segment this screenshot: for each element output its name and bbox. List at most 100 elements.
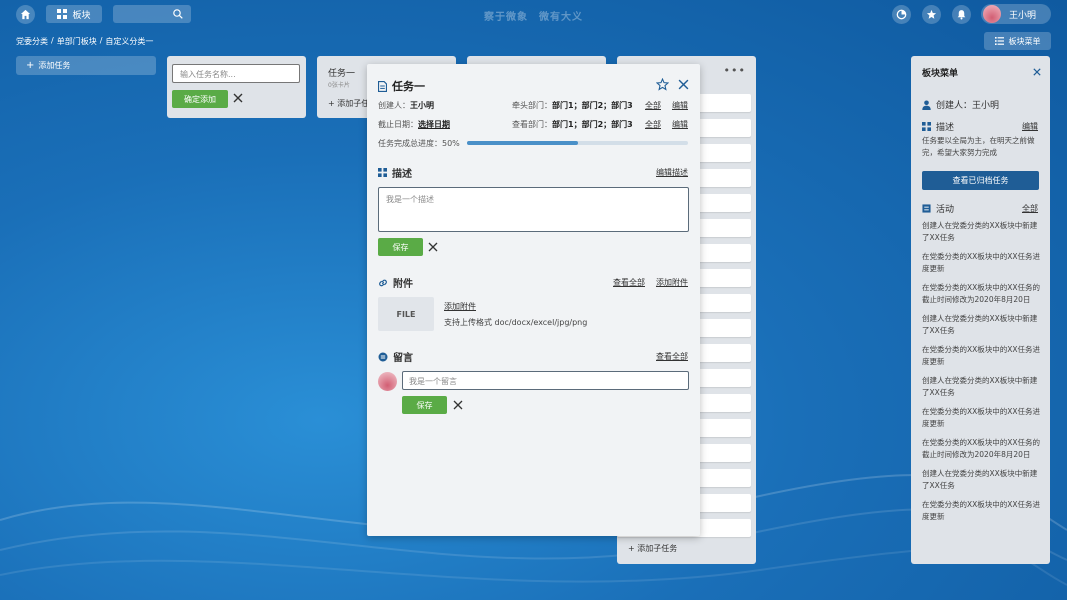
more-icon[interactable]: ••• [724, 64, 746, 77]
star-icon [926, 9, 937, 19]
board-description-title: 描述 [922, 120, 954, 133]
save-comment-button[interactable]: 保存 [402, 396, 447, 414]
task-detail-modal: 任务一 创建人：王小明 牵头部门：部门1；部门2；部门3 全部 编辑 截止日期：… [367, 64, 700, 536]
activity-item: 创建人在党委分类的XX板块中新建了XX任务 [922, 469, 1038, 490]
creator-label: 创建人： [378, 101, 410, 110]
view-dept-all-link[interactable]: 全部 [645, 119, 661, 130]
add-subtask-label: 添加子任务 [637, 544, 678, 553]
board-menu-label: 板块菜单 [1008, 36, 1041, 46]
board-menu-panel: 板块菜单 创建人：王小明 描述 编辑 任务要以全局为主，在明天之前做完，希望大家… [911, 56, 1050, 564]
board-creator-text: 创建人：王小明 [936, 101, 1000, 111]
list-icon [994, 37, 1004, 45]
activity-item: 创建人在党委分类的XX板块中新建了XX任务 [922, 376, 1038, 397]
task-name-input[interactable]: 输入任务名称... [172, 64, 300, 83]
lead-dept-row: 牵头部门：部门1；部门2；部门3 [512, 100, 633, 111]
description-textarea[interactable]: 我是一个描述 [378, 187, 689, 232]
progress-fill [467, 141, 578, 145]
creator-value: 王小明 [410, 101, 434, 110]
lead-dept-edit-link[interactable]: 编辑 [672, 100, 688, 111]
comment-icon [378, 352, 388, 361]
breadcrumb-separator: / [51, 36, 54, 45]
supported-formats: 支持上传格式 doc/docx/excel/jpg/png [444, 318, 588, 327]
plus-icon: + [328, 99, 338, 108]
stats-button[interactable] [892, 5, 911, 24]
activity-item: 在党委分类的XX板块中的XX任务进度更新 [922, 345, 1041, 366]
description-title-text: 描述 [392, 169, 412, 180]
activity-item: 在党委分类的XX板块中的XX任务进度更新 [922, 500, 1041, 521]
activity-item: 创建人在党委分类的XX板块中新建了XX任务 [922, 314, 1038, 335]
activity-list: 创建人在党委分类的XX板块中新建了XX任务 在党委分类的XX板块中的XX任务进度… [922, 220, 1044, 530]
star-icon[interactable] [656, 78, 669, 91]
favorites-button[interactable] [922, 5, 941, 24]
activity-item: 在党委分类的XX板块中的XX任务进度更新 [922, 252, 1041, 273]
due-row: 截止日期：选择日期 [378, 119, 450, 130]
add-subtask-button[interactable]: + 添加子任务 [628, 543, 677, 554]
progress-row: 任务完成总进度：50% [378, 138, 460, 149]
notifications-button[interactable] [952, 5, 971, 24]
save-description-button[interactable]: 保存 [378, 238, 423, 256]
breadcrumb-item[interactable]: 自定义分类一 [105, 36, 153, 47]
activity-title: 活动 [922, 202, 954, 215]
modal-title: 任务一 [378, 78, 425, 94]
view-all-comments-link[interactable]: 查看全部 [656, 351, 688, 362]
pie-chart-icon [896, 9, 907, 20]
board-description-title-text: 描述 [936, 123, 955, 133]
grid-icon [922, 122, 931, 131]
close-icon[interactable] [233, 93, 243, 103]
file-icon: FILE [378, 297, 434, 331]
view-all-attachments-link[interactable]: 查看全部 [613, 277, 645, 288]
activity-item: 在党委分类的XX板块中的XX任务进度更新 [922, 407, 1041, 428]
board-description-text: 任务要以全局为主，在明天之前做完，希望大家努力完成 [922, 136, 1035, 157]
avatar [378, 372, 397, 391]
view-all-activity-link[interactable]: 全部 [1022, 203, 1038, 214]
attachments-title-text: 附件 [393, 279, 413, 290]
board-menu-button[interactable]: 板块菜单 [984, 32, 1051, 50]
progress-bar [467, 141, 688, 145]
edit-description-link[interactable]: 编辑描述 [656, 167, 688, 178]
document-icon [378, 80, 387, 92]
comment-input[interactable]: 我是一个留言 [402, 371, 689, 390]
grid-icon [378, 168, 387, 177]
top-bar: 板块 察于微象 微有大义 王小明 [0, 0, 1067, 28]
attachments-section-title: 附件 [378, 275, 413, 290]
add-task-label: 添加任务 [38, 61, 71, 70]
activity-title-text: 活动 [936, 205, 955, 215]
bell-icon [957, 10, 966, 20]
progress-label: 任务完成总进度： [378, 139, 442, 148]
plus-icon: + [26, 60, 35, 71]
user-menu[interactable]: 王小明 [981, 4, 1051, 24]
new-task-list-form: 输入任务名称... 确定添加 [167, 56, 306, 118]
close-icon[interactable] [453, 400, 463, 410]
view-dept-value: 部门1；部门2；部门3 [552, 120, 633, 129]
list-title[interactable]: 任务一 [328, 66, 355, 79]
breadcrumb-item[interactable]: 单部门板块 [57, 36, 97, 47]
comments-title-text: 留言 [393, 353, 413, 364]
lead-dept-all-link[interactable]: 全部 [645, 100, 661, 111]
activity-item: 在党委分类的XX板块中的XX任务的截止时间修改为2020年8月20日 [922, 283, 1041, 304]
add-task-button[interactable]: + 添加任务 [16, 56, 156, 75]
breadcrumb-separator: / [99, 36, 103, 45]
close-icon[interactable] [678, 79, 689, 90]
card-count: 0张卡片 [328, 82, 350, 89]
confirm-add-button[interactable]: 确定添加 [172, 90, 228, 108]
creator-row: 创建人：王小明 [378, 100, 434, 111]
add-attachment-link[interactable]: 添加附件 [656, 277, 688, 288]
view-dept-edit-link[interactable]: 编辑 [672, 119, 688, 130]
close-icon[interactable] [428, 242, 438, 252]
close-icon[interactable] [1033, 68, 1041, 76]
edit-board-description-link[interactable]: 编辑 [1022, 121, 1038, 132]
lead-dept-label: 牵头部门： [512, 101, 552, 110]
activity-icon [922, 204, 931, 213]
view-archived-button[interactable]: 查看已归档任务 [922, 171, 1039, 190]
breadcrumb-item[interactable]: 党委分类 [16, 36, 48, 47]
user-name: 王小明 [1009, 11, 1037, 21]
user-icon [922, 100, 931, 110]
board-menu-title: 板块菜单 [922, 69, 959, 79]
view-dept-label: 查看部门： [512, 120, 552, 129]
lead-dept-value: 部门1；部门2；部门3 [552, 101, 633, 110]
due-date-picker[interactable]: 选择日期 [418, 120, 450, 129]
description-section-title: 描述 [378, 165, 412, 180]
activity-item: 创建人在党委分类的XX板块中新建了XX任务 [922, 221, 1038, 242]
plus-icon: + [628, 544, 638, 553]
add-attachment-button[interactable]: 添加附件 [444, 301, 476, 312]
